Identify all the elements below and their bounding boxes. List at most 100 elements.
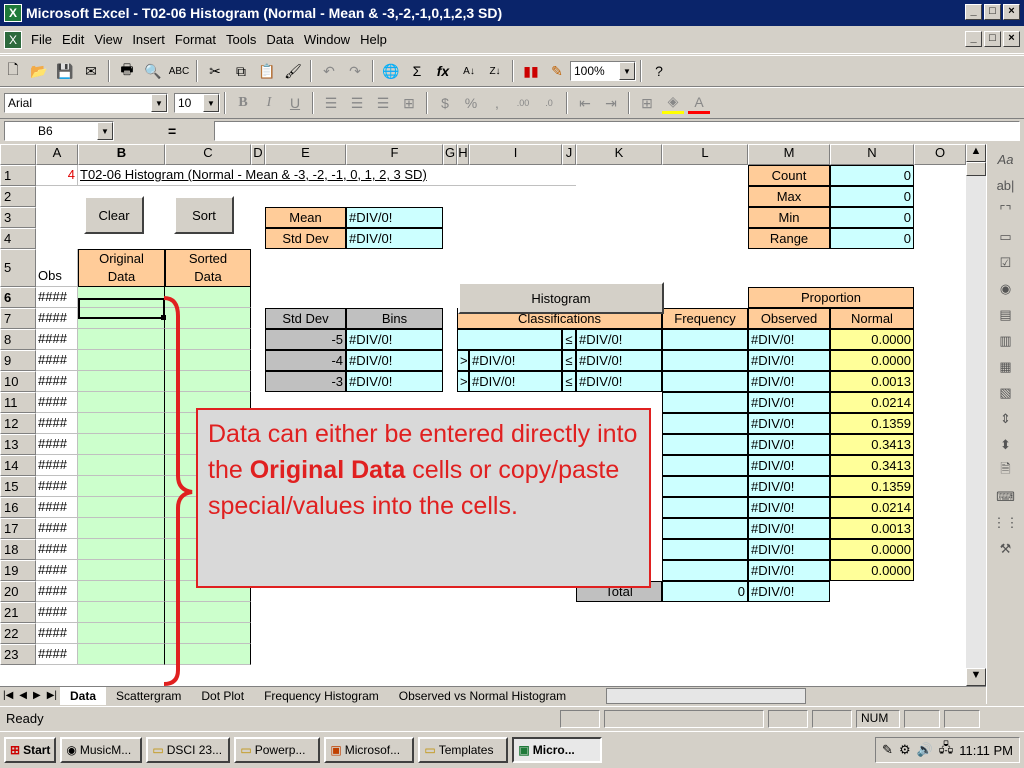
column-header-j[interactable]: J	[562, 144, 576, 165]
menu-view[interactable]: View	[89, 32, 127, 47]
original-data-cell[interactable]	[78, 602, 165, 623]
task-dsci[interactable]: ▭ DSCI 23...	[146, 737, 231, 763]
decrease-indent-icon[interactable]: ⇤	[574, 92, 596, 114]
comma-icon[interactable]: ,	[486, 92, 508, 114]
column-header-d[interactable]: D	[251, 144, 265, 165]
observed-cell[interactable]: #DIV/0!	[748, 371, 830, 392]
frequency-cell[interactable]	[662, 560, 748, 581]
tab-frequency-histogram[interactable]: Frequency Histogram	[254, 687, 389, 705]
obs-cell[interactable]: ####	[36, 539, 78, 560]
row-header[interactable]: 23	[0, 644, 36, 665]
bins-cell[interactable]: #DIV/0!	[346, 371, 443, 392]
normal-cell[interactable]: 0.3413	[830, 455, 914, 476]
class-upper[interactable]: #DIV/0!	[576, 371, 662, 392]
class-lower[interactable]: #DIV/0!	[469, 350, 562, 371]
column-header-o[interactable]: O	[914, 144, 966, 165]
original-data-header[interactable]: Original Data	[78, 249, 165, 287]
class-upper[interactable]: #DIV/0!	[576, 329, 662, 350]
tray-icon[interactable]: 🖧	[939, 739, 954, 761]
row-header[interactable]: 21	[0, 602, 36, 623]
frequency-cell[interactable]	[662, 476, 748, 497]
original-data-cell[interactable]	[78, 350, 165, 371]
original-data-cell[interactable]	[78, 644, 165, 665]
frequency-cell[interactable]	[662, 539, 748, 560]
observed-cell[interactable]: #DIV/0!	[748, 413, 830, 434]
currency-icon[interactable]: $	[434, 92, 456, 114]
menu-window[interactable]: Window	[299, 32, 355, 47]
class-gt[interactable]: >	[457, 350, 469, 371]
obs-header[interactable]: Obs	[36, 249, 78, 287]
total-observed[interactable]: #DIV/0!	[748, 581, 830, 602]
original-data-cell[interactable]	[78, 623, 165, 644]
doc-minimize-button[interactable]: _	[965, 31, 982, 47]
obs-cell[interactable]: ####	[36, 413, 78, 434]
histogram-button[interactable]: Histogram	[458, 282, 664, 314]
frequency-cell[interactable]	[662, 434, 748, 455]
row-header[interactable]: 19	[0, 560, 36, 581]
cell-a1[interactable]: 4	[36, 165, 78, 186]
column-header-g[interactable]: G	[443, 144, 457, 165]
name-box[interactable]: B6 ▼	[4, 121, 114, 141]
tray-icon[interactable]: ⚙	[899, 742, 911, 758]
close-button[interactable]: ×	[1003, 4, 1020, 20]
observed-cell[interactable]: #DIV/0!	[748, 560, 830, 581]
frequency-cell[interactable]	[662, 392, 748, 413]
class-le[interactable]: ≤	[562, 329, 576, 350]
row-header[interactable]: 14	[0, 455, 36, 476]
horizontal-scrollbar[interactable]	[606, 687, 807, 704]
row-header[interactable]: 22	[0, 623, 36, 644]
checkbox-icon[interactable]: ☑	[992, 252, 1020, 274]
observed-cell[interactable]: #DIV/0!	[748, 392, 830, 413]
menu-format[interactable]: Format	[170, 32, 221, 47]
original-data-cell[interactable]	[78, 581, 165, 602]
row-header[interactable]: 11	[0, 392, 36, 413]
scroll-thumb[interactable]	[966, 162, 986, 176]
bins-cell[interactable]: #DIV/0!	[346, 350, 443, 371]
increase-indent-icon[interactable]: ⇥	[600, 92, 622, 114]
row-header[interactable]: 10	[0, 371, 36, 392]
row-header[interactable]: 16	[0, 497, 36, 518]
tab-dot-plot[interactable]: Dot Plot	[191, 687, 254, 705]
format-painter-icon[interactable]: 🖌	[282, 60, 304, 82]
column-header-h[interactable]: H	[457, 144, 469, 165]
sort-ascending-icon[interactable]: A↓	[458, 60, 480, 82]
clear-button[interactable]: Clear	[84, 196, 144, 234]
print-preview-icon[interactable]: 🔍	[142, 60, 164, 82]
normal-cell[interactable]: 0.0000	[830, 329, 914, 350]
observed-cell[interactable]: #DIV/0!	[748, 518, 830, 539]
obs-cell[interactable]: ####	[36, 581, 78, 602]
class-le[interactable]: ≤	[562, 371, 576, 392]
stat-value[interactable]: 0	[830, 228, 914, 249]
new-icon[interactable]: 🗋	[2, 60, 24, 82]
normal-cell[interactable]: 0.0000	[830, 539, 914, 560]
class-le[interactable]: ≤	[562, 350, 576, 371]
menu-insert[interactable]: Insert	[127, 32, 170, 47]
observed-cell[interactable]: #DIV/0!	[748, 329, 830, 350]
merge-center-icon[interactable]: ⊞	[398, 92, 420, 114]
obs-cell[interactable]: ####	[36, 455, 78, 476]
font-size-select[interactable]: 10 ▼	[174, 93, 220, 113]
obs-cell[interactable]: ####	[36, 434, 78, 455]
column-header-a[interactable]: A	[36, 144, 78, 165]
maximize-button[interactable]: □	[984, 4, 1001, 20]
column-header-b[interactable]: B	[78, 144, 165, 165]
align-right-icon[interactable]: ☰	[372, 92, 394, 114]
observed-cell[interactable]: #DIV/0!	[748, 539, 830, 560]
font-select[interactable]: Arial ▼	[4, 93, 168, 113]
group-box-icon[interactable]: ⌜⌝	[992, 200, 1020, 222]
original-data-cell[interactable]	[78, 329, 165, 350]
minimize-button[interactable]: _	[965, 4, 982, 20]
stat-value[interactable]: 0	[830, 186, 914, 207]
paste-icon[interactable]: 📋	[256, 60, 278, 82]
decrease-decimal-icon[interactable]: .0	[538, 92, 560, 114]
stddev-cell[interactable]: -5	[265, 329, 346, 350]
original-data-cell[interactable]	[78, 413, 165, 434]
original-data-cell[interactable]	[78, 371, 165, 392]
control-properties-icon[interactable]: 🗎	[992, 460, 1020, 482]
normal-cell[interactable]: 0.0000	[830, 560, 914, 581]
tab-last-icon[interactable]: ▶|	[44, 690, 60, 701]
column-header-m[interactable]: M	[748, 144, 830, 165]
original-data-cell[interactable]	[78, 392, 165, 413]
proportion-header[interactable]: Proportion	[748, 287, 914, 308]
row-header[interactable]: 7	[0, 308, 36, 329]
